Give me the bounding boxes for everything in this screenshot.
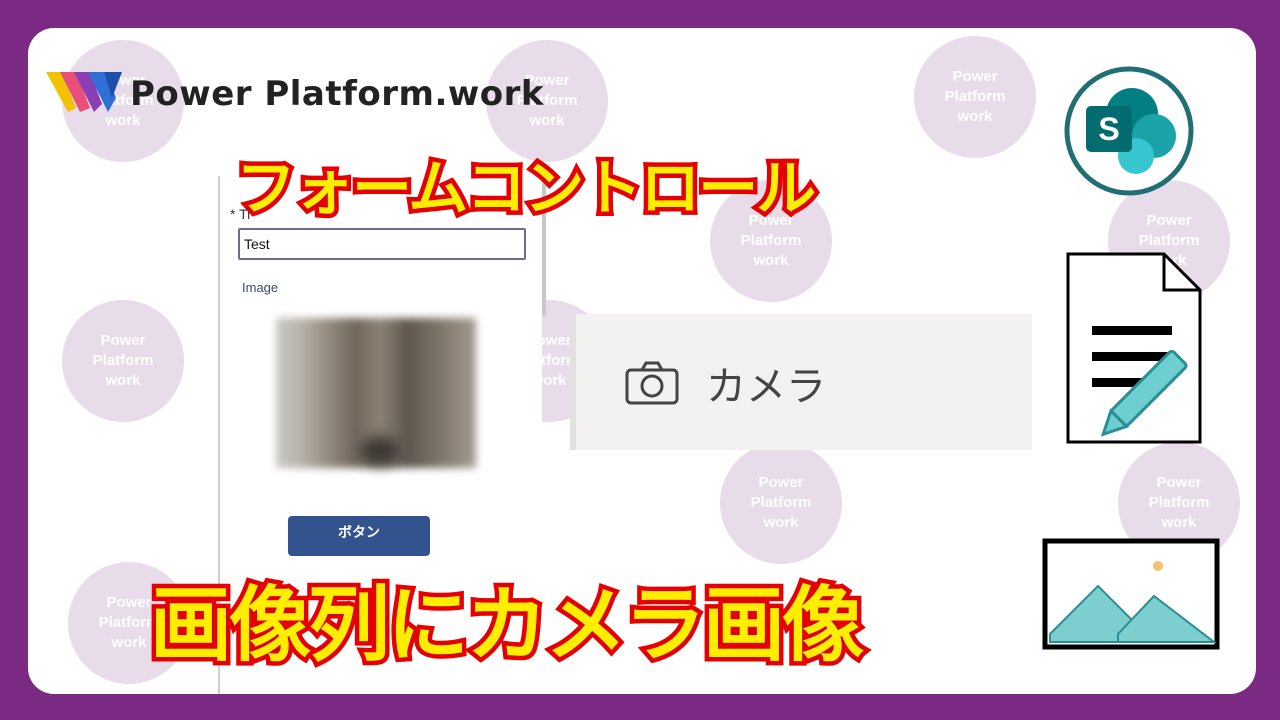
camera-icon bbox=[624, 360, 680, 410]
title-camera-image: 画像列にカメラ画像 bbox=[145, 574, 868, 678]
sharepoint-icon: S bbox=[1064, 66, 1194, 200]
logo-icon bbox=[46, 68, 124, 120]
watermark-bubble: Power Platform work bbox=[720, 442, 842, 564]
title-input[interactable] bbox=[238, 228, 526, 260]
image-field-label: Image bbox=[242, 280, 279, 295]
brand-name: Power Platform.work bbox=[130, 74, 545, 114]
camera-label: カメラ bbox=[706, 364, 826, 410]
captured-image-shadow bbox=[360, 436, 400, 466]
watermark-bubble: Power Platform work bbox=[914, 36, 1036, 158]
thumbnail-card: Power Platform work Power Platform work … bbox=[28, 28, 1256, 694]
image-icon bbox=[1042, 538, 1220, 654]
title-form-control: フォームコントロール bbox=[231, 150, 820, 229]
watermark-bubble: Power Platform work bbox=[62, 300, 184, 422]
document-edit-icon bbox=[1064, 250, 1230, 454]
svg-text:S: S bbox=[1098, 111, 1119, 147]
camera-control[interactable]: カメラ bbox=[570, 314, 1032, 450]
submit-button[interactable]: ボタン bbox=[288, 516, 430, 556]
brand: Power Platform.work bbox=[46, 68, 544, 120]
